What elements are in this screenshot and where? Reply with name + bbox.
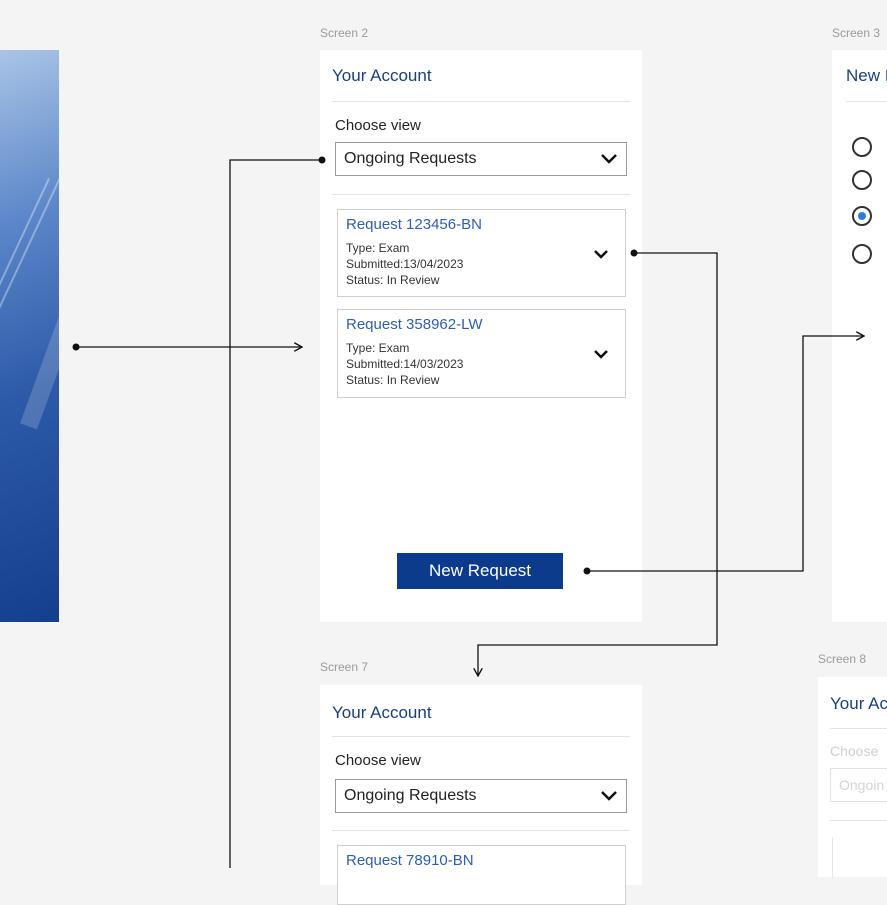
connector-request-to-screen7 [478, 249, 718, 677]
flow-connectors [72, 156, 887, 868]
connector-newrequest-to-screen3 [583, 336, 865, 575]
connector-hero-to-screen2 [72, 344, 303, 351]
connector-select-to-bottom [229, 156, 326, 868]
